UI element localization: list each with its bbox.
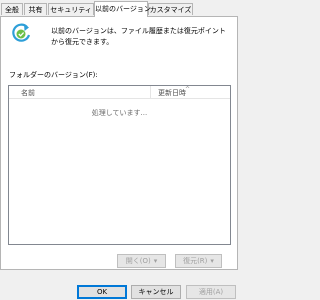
tab-customize[interactable]: カスタマイズ [148, 3, 193, 15]
open-button-label: 開く(O) [125, 257, 151, 265]
processing-status: 処理しています... [91, 109, 148, 117]
restore-button-label: 復元(R) [183, 257, 208, 265]
column-header-date-modified[interactable]: 更新日時 [158, 88, 186, 98]
column-header-name[interactable]: 名前 [21, 88, 35, 98]
chevron-down-icon: ▾ [153, 257, 158, 265]
tab-security[interactable]: セキュリティ [48, 3, 94, 15]
restore-button[interactable]: 復元(R) ▾ [175, 254, 222, 268]
tab-general[interactable]: 全般 [1, 3, 23, 15]
list-header: 名前 更新日時 ^ [9, 86, 230, 99]
versions-list[interactable]: 名前 更新日時 ^ 処理しています... [8, 85, 231, 245]
tab-previous-versions[interactable]: 以前のバージョン [94, 1, 151, 17]
folder-versions-label: フォルダーのバージョン(F): [9, 71, 98, 79]
tab-sharing[interactable]: 共有 [24, 3, 47, 15]
restore-icon [12, 23, 31, 42]
description-text: 以前のバージョンは、ファイル履歴または復元ポイントから復元できます。 [51, 27, 226, 46]
open-button[interactable]: 開く(O) ▾ [117, 254, 166, 268]
apply-button[interactable]: 適用(A) [186, 285, 236, 299]
chevron-down-icon: ▾ [210, 257, 214, 265]
sort-up-icon: ^ [185, 86, 191, 93]
tab-strip: 全般 共有 セキュリティ 以前のバージョン カスタマイズ [0, 0, 240, 17]
cancel-button[interactable]: キャンセル [131, 285, 181, 299]
column-separator[interactable] [150, 86, 151, 98]
ok-button[interactable]: OK [77, 285, 127, 299]
